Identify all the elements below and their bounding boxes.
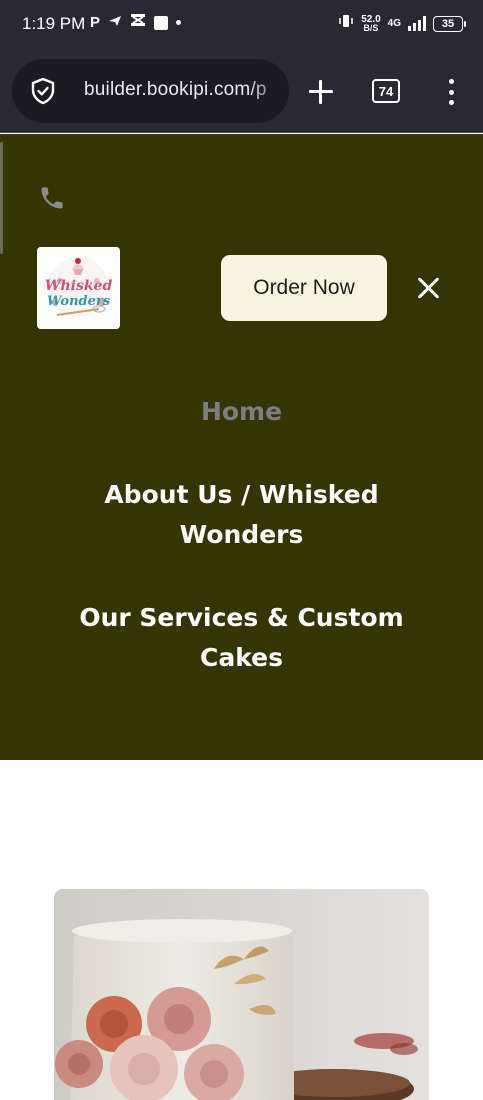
close-icon[interactable] bbox=[416, 275, 442, 301]
network-type: 4G bbox=[387, 18, 401, 29]
main-nav: Home About Us / Whisked Wonders Our Serv… bbox=[0, 392, 483, 678]
send-icon bbox=[108, 14, 122, 32]
status-time: 1:19 PM bbox=[22, 14, 86, 33]
nav-item-services-line1: Our Services & Custom bbox=[79, 603, 404, 632]
order-now-button[interactable]: Order Now bbox=[221, 255, 387, 321]
kebab-menu-icon[interactable] bbox=[444, 79, 458, 105]
status-bar: 1:19 PM P 52.0 B/S 4G 35 bbox=[0, 0, 483, 48]
battery-icon: 35 bbox=[433, 15, 466, 32]
tab-count-button[interactable]: 74 bbox=[372, 79, 400, 103]
url-fade bbox=[249, 59, 289, 123]
nav-item-services[interactable]: Our Services & Custom Cakes bbox=[0, 598, 483, 678]
cake-with-roses-image bbox=[54, 889, 429, 1100]
nav-item-home[interactable]: Home bbox=[0, 392, 483, 432]
notification-icons: P bbox=[90, 13, 182, 32]
signal-icon bbox=[408, 16, 426, 31]
url-bar[interactable]: builder.bookipi.com/p bbox=[12, 59, 289, 123]
plus-icon[interactable] bbox=[306, 77, 336, 107]
square-icon bbox=[154, 15, 169, 30]
nav-item-services-line2: Cakes bbox=[199, 643, 283, 672]
phone-icon[interactable] bbox=[38, 184, 66, 212]
browser-toolbar: builder.bookipi.com/p 74 bbox=[0, 48, 483, 133]
logo-line1: Whisked bbox=[45, 278, 113, 294]
scroll-indicator bbox=[0, 142, 3, 254]
crossed-box-icon bbox=[130, 13, 146, 32]
net-speed: 52.0 B/S bbox=[361, 14, 380, 33]
brand-logo[interactable]: Whisked Wonders bbox=[37, 247, 120, 329]
p-icon: P bbox=[90, 14, 101, 31]
url-text[interactable]: builder.bookipi.com/p bbox=[84, 79, 267, 101]
site-menu-overlay: Whisked Wonders Order Now Home About Us … bbox=[0, 134, 483, 760]
net-speed-unit: B/S bbox=[363, 22, 379, 33]
dot-icon bbox=[176, 20, 182, 25]
nav-item-about[interactable]: About Us / Whisked Wonders bbox=[0, 475, 483, 555]
nav-item-about-line2: Wonders bbox=[179, 520, 304, 549]
vibrate-icon bbox=[338, 13, 354, 34]
battery-level: 35 bbox=[441, 17, 455, 30]
status-right: 52.0 B/S 4G 35 bbox=[338, 13, 466, 34]
nav-item-about-line1: About Us / Whisked bbox=[104, 480, 379, 509]
shield-check-icon[interactable] bbox=[29, 77, 57, 105]
logo-line2: Wonders bbox=[47, 294, 111, 309]
